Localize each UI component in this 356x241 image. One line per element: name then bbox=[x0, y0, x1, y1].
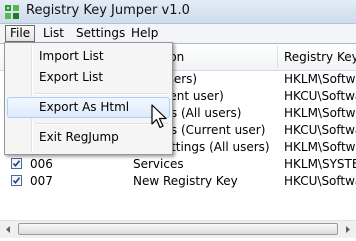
description-cell: New Registry Key bbox=[133, 174, 238, 188]
menu-list[interactable]: List bbox=[39, 25, 68, 42]
checkmark-icon bbox=[12, 177, 21, 185]
menu-item-import-list[interactable]: Import List bbox=[7, 46, 170, 67]
menu-item-export-as-html[interactable]: Export As Html bbox=[7, 97, 170, 118]
registry-key-cell: HKCU\Software bbox=[284, 89, 356, 103]
menu-item-label: Exit RegJump bbox=[39, 130, 119, 144]
menu-item-label: Export As Html bbox=[39, 100, 130, 114]
menu-separator bbox=[35, 93, 168, 95]
table-row[interactable]: 007 New Registry Key HKCU\Software bbox=[0, 173, 356, 190]
description-cell: users) bbox=[160, 72, 198, 86]
menu-separator bbox=[35, 123, 168, 125]
row-checkbox[interactable] bbox=[11, 158, 22, 169]
id-cell: 007 bbox=[30, 174, 53, 188]
registry-key-cell: HKLM\SYSTEM\C bbox=[284, 157, 356, 171]
menu-item-export-list[interactable]: Export List bbox=[7, 67, 170, 88]
registry-key-cell: HKLM\Software bbox=[284, 72, 356, 86]
menu-file[interactable]: File bbox=[5, 25, 35, 42]
mouse-pointer-icon bbox=[151, 104, 169, 133]
id-cell: 006 bbox=[30, 157, 53, 171]
menu-item-exit-regjump[interactable]: Exit RegJump bbox=[7, 127, 170, 148]
horizontal-scrollbar[interactable] bbox=[0, 220, 356, 238]
table-row[interactable]: 006 Services HKLM\SYSTEM\C bbox=[0, 156, 356, 173]
window-title: Registry Key Jumper v1.0 bbox=[26, 3, 190, 18]
title-bar: Registry Key Jumper v1.0 bbox=[0, 0, 356, 24]
app-icon[interactable] bbox=[4, 4, 20, 20]
scroll-right-arrow-icon[interactable] bbox=[339, 221, 356, 238]
menu-settings[interactable]: Settings bbox=[72, 25, 129, 42]
column-header-description[interactable]: ion bbox=[160, 44, 276, 70]
menu-bar: File List Settings Help bbox=[0, 24, 356, 43]
checkmark-icon bbox=[12, 160, 21, 168]
registry-key-cell: HKCU\Software bbox=[284, 123, 356, 137]
scrollbar-thumb[interactable] bbox=[18, 223, 338, 235]
menu-item-label: Import List bbox=[39, 49, 104, 63]
row-checkbox[interactable] bbox=[11, 175, 22, 186]
description-cell: rrent user) bbox=[160, 89, 224, 103]
registry-key-cell: HKLM\Software bbox=[284, 106, 356, 120]
column-header-registry-key[interactable]: Registry Key bbox=[278, 44, 356, 70]
menu-item-label: Export List bbox=[39, 70, 104, 84]
menu-help[interactable]: Help bbox=[127, 25, 162, 42]
scroll-left-arrow-icon[interactable] bbox=[0, 221, 17, 238]
registry-key-cell: HKLM\Software bbox=[284, 140, 356, 154]
file-menu-dropdown: Import List Export List Export As Html E… bbox=[4, 42, 173, 155]
registry-key-cell: HKCU\Software bbox=[284, 174, 356, 188]
description-cell: Services bbox=[133, 157, 184, 171]
